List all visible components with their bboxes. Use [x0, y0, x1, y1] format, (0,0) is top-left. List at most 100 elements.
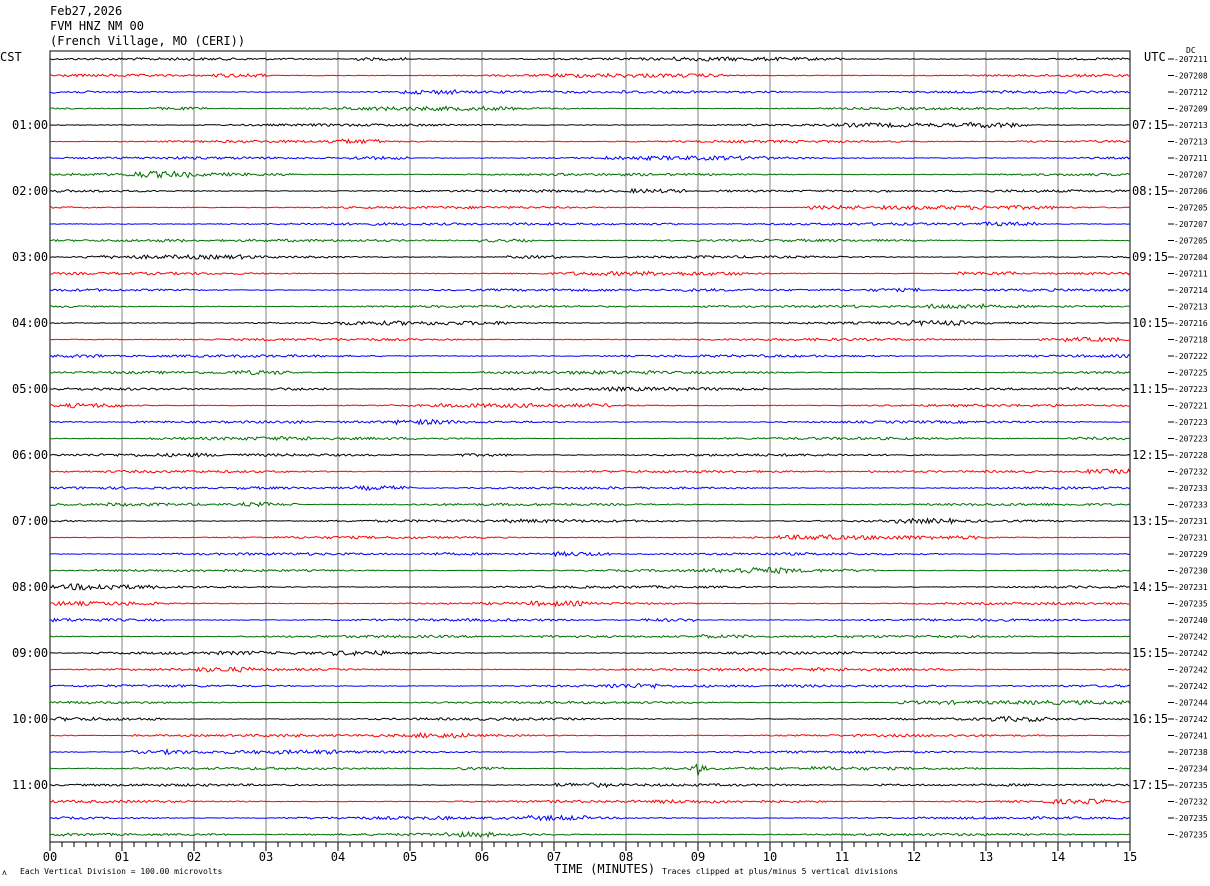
trace-line [49, 666, 1131, 673]
dc-offset-label: -207233 [1174, 501, 1208, 510]
trace-line [49, 599, 1131, 608]
cst-time-label: 06:00 [12, 448, 48, 462]
utc-time-label: 12:15 [1132, 448, 1168, 462]
trace-line [49, 731, 1131, 739]
dc-offset-label: -207235 [1174, 600, 1208, 609]
cst-time-label: 09:00 [12, 646, 48, 660]
utc-time-label: 16:15 [1132, 712, 1168, 726]
utc-time-label: 15:15 [1132, 646, 1168, 660]
trace-line [49, 302, 1131, 310]
dc-offset-label: -207221 [1174, 402, 1208, 411]
dc-offset-label: -207231 [1174, 534, 1208, 543]
trace-line [49, 418, 1131, 426]
dc-offset-label: -207242 [1174, 715, 1208, 724]
x-tick-label: 06 [475, 850, 489, 864]
dc-offset-label: -207235 [1174, 814, 1208, 823]
scale-note: Each Vertical Division = 100.00 microvol… [20, 867, 223, 876]
trace-line [49, 566, 1131, 575]
x-tick-label: 15 [1123, 850, 1137, 864]
dc-offset-label: -207231 [1174, 517, 1208, 526]
x-tick-label: 11 [835, 850, 849, 864]
trace-line [49, 436, 1131, 442]
trace-line [50, 452, 1131, 458]
dc-offset-label: -207213 [1174, 121, 1208, 130]
cst-time-label: 07:00 [12, 514, 48, 528]
utc-time-label: 08:15 [1132, 184, 1168, 198]
trace-line [49, 155, 1131, 162]
cst-time-label: 01:00 [12, 118, 48, 132]
cst-time-label: 10:00 [12, 712, 48, 726]
dc-offset-label: -207238 [1174, 748, 1208, 757]
dc-offset-label: -207207 [1174, 171, 1208, 180]
dc-offset-label: -207233 [1174, 484, 1208, 493]
trace-line [49, 56, 1131, 62]
dc-offset-label: -207231 [1174, 583, 1208, 592]
trace-line [49, 583, 1131, 591]
trace-line [49, 617, 1131, 623]
x-tick-label: 00 [43, 850, 57, 864]
trace-line [49, 782, 1131, 789]
utc-time-label: 13:15 [1132, 514, 1168, 528]
utc-time-label: 09:15 [1132, 250, 1168, 264]
cst-time-label: 03:00 [12, 250, 48, 264]
x-tick-label: 09 [691, 850, 705, 864]
dc-offset-label: -207214 [1174, 286, 1208, 295]
dc-offset-label: -207206 [1174, 187, 1208, 196]
trace-line [50, 221, 1131, 227]
x-tick-label: 02 [187, 850, 201, 864]
trace-line [49, 287, 1131, 293]
cst-time-label: 11:00 [12, 778, 48, 792]
dc-offset-label: -207218 [1174, 336, 1208, 345]
trace-line [49, 204, 1131, 211]
trace-line [49, 763, 1131, 776]
trace-line [49, 830, 1131, 839]
dc-offset-label: -207234 [1174, 765, 1208, 774]
trace-line [49, 121, 1130, 129]
dc-offset-label: -207204 [1174, 253, 1208, 262]
cst-time-label: 08:00 [12, 580, 48, 594]
dc-offset-label: -207223 [1174, 418, 1208, 427]
plot-frame [49, 50, 1131, 843]
x-tick-label: 12 [907, 850, 921, 864]
utc-time-label: 07:15 [1132, 118, 1168, 132]
corner-mark: ᴧ [2, 868, 7, 877]
cst-time-label: 04:00 [12, 316, 48, 330]
x-tick-label: 10 [763, 850, 777, 864]
trace-line [49, 798, 1131, 805]
trace-line [50, 517, 1130, 526]
trace-line [50, 715, 1131, 723]
dc-offset-label: -207229 [1174, 550, 1208, 559]
trace-line [50, 238, 1130, 243]
dc-offset-label: -207232 [1174, 468, 1208, 477]
trace-line [49, 88, 1131, 96]
dc-offset-label: -207211 [1174, 55, 1208, 64]
dc-offset-label: -207223 [1174, 435, 1208, 444]
dc-offset-label: -207228 [1174, 451, 1208, 460]
x-tick-label: 14 [1051, 850, 1065, 864]
cst-time-label: 02:00 [12, 184, 48, 198]
dc-offset-label: -207211 [1174, 270, 1208, 279]
trace-line [49, 747, 1131, 756]
trace-line [49, 369, 1131, 376]
dc-offset-label: -207209 [1174, 105, 1208, 114]
utc-time-label: 17:15 [1132, 778, 1168, 792]
trace-line [49, 187, 1131, 195]
dc-offset-label: -207216 [1174, 319, 1208, 328]
x-tick-label: 01 [115, 850, 129, 864]
trace-line [49, 649, 1131, 657]
dc-offset-label: -207213 [1174, 303, 1208, 312]
dc-offset-label: -207244 [1174, 699, 1208, 708]
x-tick-label: 13 [979, 850, 993, 864]
trace-line [49, 533, 1131, 541]
trace-line [49, 72, 1131, 79]
dc-offset-label: -207212 [1174, 88, 1208, 97]
trace-line [49, 699, 1131, 706]
x-tick-label: 03 [259, 850, 273, 864]
dc-offset-label: -207242 [1174, 649, 1208, 658]
trace-line [49, 336, 1131, 343]
dc-offset-label: -207207 [1174, 220, 1208, 229]
dc-offset-label: -207230 [1174, 567, 1208, 576]
trace-line [49, 353, 1131, 359]
dc-offset-label: -207213 [1174, 138, 1208, 147]
trace-line [50, 550, 1131, 558]
